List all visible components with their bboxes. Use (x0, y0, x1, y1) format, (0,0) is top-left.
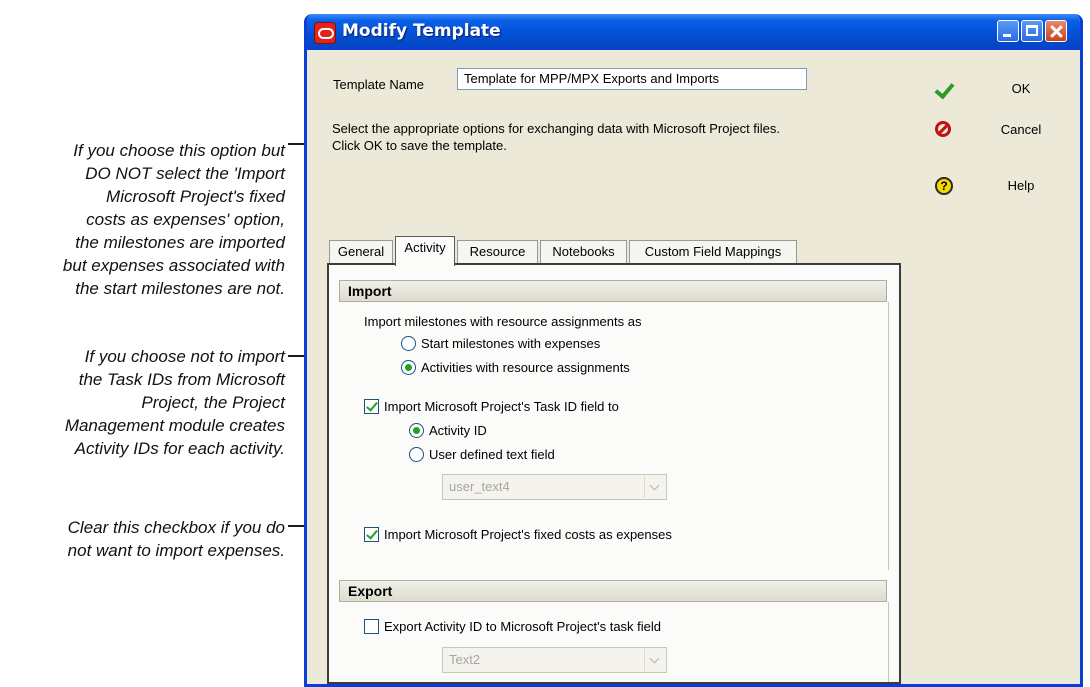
fixed-costs-checkbox[interactable] (364, 527, 379, 542)
task-id-label: Import Microsoft Project's Task ID field… (384, 399, 619, 414)
tab-custom-field-mappings[interactable]: Custom Field Mappings (629, 240, 797, 264)
dialog-client-area: Template Name Template for MPP/MPX Expor… (307, 50, 1080, 684)
annotation-expenses: Clear this checkbox if you do not want t… (67, 518, 285, 560)
instructions-text: Select the appropriate options for excha… (332, 121, 781, 153)
task-field-value: Text2 (449, 652, 481, 667)
user-field-value: user_text4 (449, 479, 510, 494)
cancel-icon (935, 121, 951, 137)
close-button[interactable] (1045, 20, 1067, 42)
radio-start-milestones[interactable] (401, 336, 416, 351)
task-field-select[interactable]: Text2 (442, 647, 667, 673)
minimize-button[interactable] (997, 20, 1019, 42)
ok-button-label: OK (1011, 81, 1031, 96)
milestones-label: Import milestones with resource assignme… (364, 314, 642, 329)
fixed-costs-label: Import Microsoft Project's fixed costs a… (384, 527, 672, 542)
annotation-milestones: If you choose this option but DO NOT sel… (62, 141, 285, 298)
window-title: Modify Template (342, 21, 501, 41)
annotation-task-ids: If you choose not to import the Task IDs… (64, 347, 285, 458)
tab-resource[interactable]: Resource (457, 240, 538, 264)
template-name-input[interactable]: Template for MPP/MPX Exports and Imports (457, 68, 807, 90)
export-section-divider (888, 602, 889, 682)
activities-with-assignments-label: Activities with resource assignments (421, 360, 630, 375)
tab-notebooks[interactable]: Notebooks (540, 240, 627, 264)
checkmark-icon (935, 80, 953, 98)
maximize-button[interactable] (1021, 20, 1043, 42)
app-logo-icon (314, 22, 336, 44)
import-section-header: Import (339, 280, 887, 302)
activity-id-label: Activity ID (429, 423, 487, 438)
title-bar[interactable]: Modify Template (307, 14, 1080, 50)
user-field-select[interactable]: user_text4 (442, 474, 667, 500)
template-name-label: Template Name (333, 77, 425, 92)
cancel-button-label: Cancel (1000, 122, 1042, 137)
chevron-down-icon (644, 649, 665, 671)
export-section-header: Export (339, 580, 887, 602)
chevron-down-icon (644, 476, 665, 498)
start-milestones-label: Start milestones with expenses (421, 336, 601, 351)
radio-user-defined-text-field[interactable] (409, 447, 424, 462)
user-defined-text-field-label: User defined text field (429, 447, 555, 462)
ok-button[interactable]: OK (922, 72, 1062, 104)
help-button-label: Help (1007, 178, 1035, 193)
help-button[interactable]: ? Help (922, 169, 1062, 201)
activity-tab-panel: Import Import milestones with resource a… (327, 263, 901, 684)
tab-general[interactable]: General (329, 240, 393, 264)
help-icon: ? (935, 177, 953, 195)
tab-activity[interactable]: Activity (395, 236, 455, 266)
import-section-divider (888, 302, 889, 570)
export-activity-id-checkbox[interactable] (364, 619, 379, 634)
radio-activities-with-assignments[interactable] (401, 360, 416, 375)
cancel-button[interactable]: Cancel (922, 113, 1062, 145)
export-activity-id-label: Export Activity ID to Microsoft Project'… (384, 619, 662, 634)
task-id-checkbox[interactable] (364, 399, 379, 414)
radio-activity-id[interactable] (409, 423, 424, 438)
modify-template-dialog: Modify Template Template Name Template f… (304, 14, 1083, 687)
